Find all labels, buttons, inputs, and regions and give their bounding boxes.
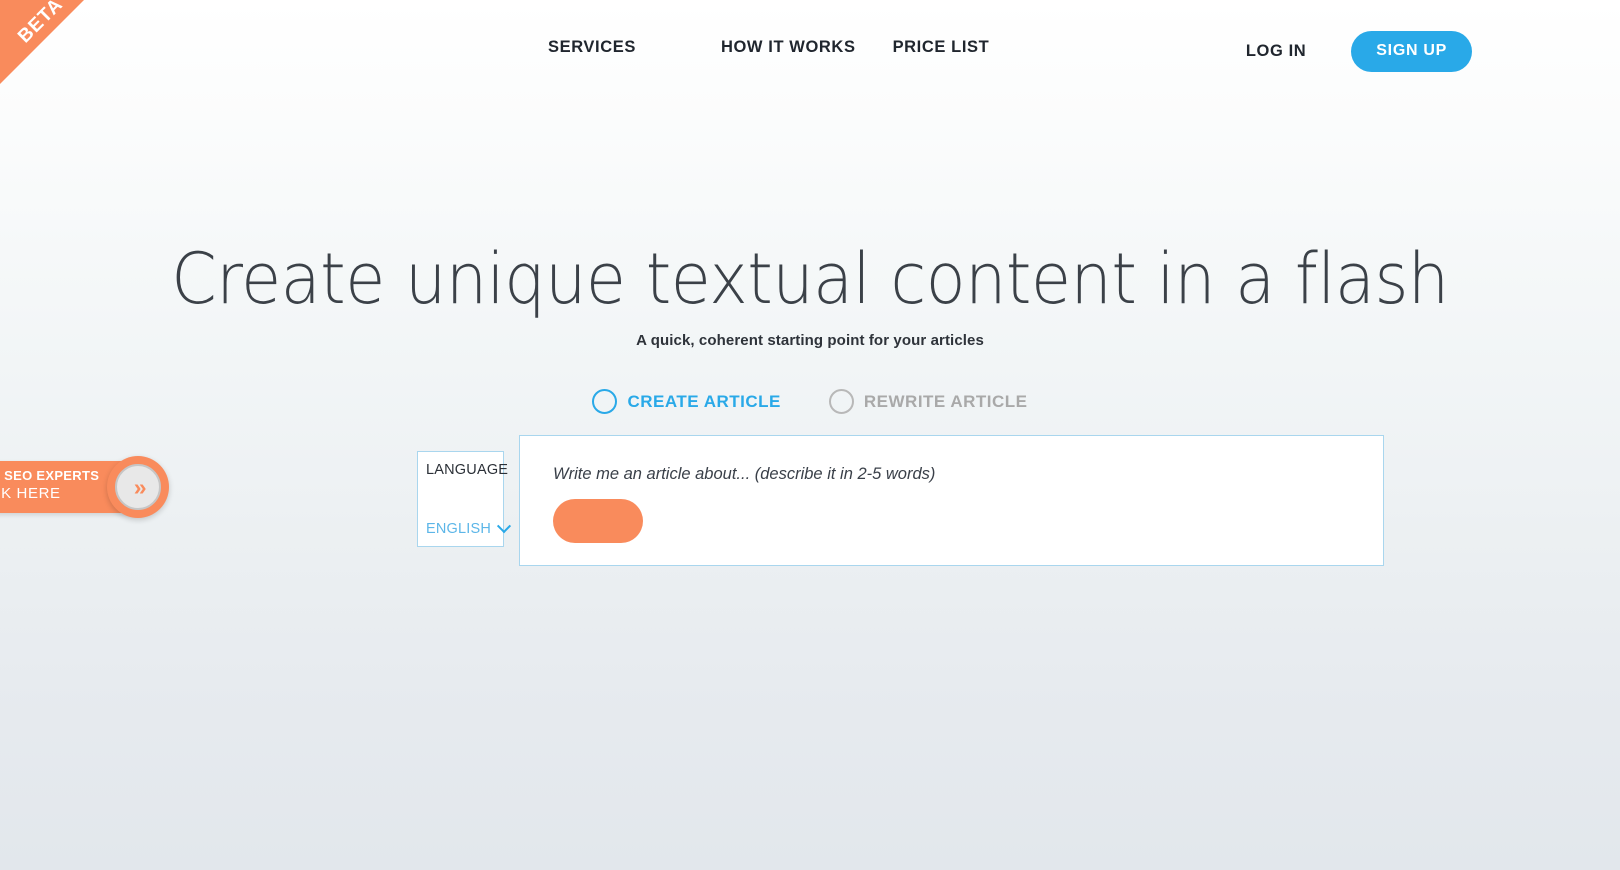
header-actions: LOG IN SIGN UP [1246, 31, 1472, 72]
site-header: SERVICES HOW IT WORKS PRICE LIST LOG IN … [0, 0, 1620, 101]
chevrons-right-icon: » [133, 473, 147, 500]
radio-selected-icon[interactable] [592, 389, 618, 414]
signup-button[interactable]: SIGN UP [1351, 31, 1472, 72]
article-form: LANGUAGE ENGLISH [0, 435, 1620, 651]
side-promo-cta: CLICK HERE [0, 485, 61, 503]
language-value-row[interactable]: ENGLISH [426, 519, 512, 537]
hero-section: Create unique textual content in a flash… [0, 244, 1620, 349]
mode-label-rewrite-article: REWRITE ARTICLE [863, 391, 1028, 411]
nav-link-how-it-works[interactable]: HOW IT WORKS [721, 38, 856, 57]
side-promo-badge[interactable]: » [107, 456, 170, 518]
nav-link-price-list[interactable]: PRICE LIST [893, 38, 990, 57]
page-subtitle: A quick, coherent starting point for you… [636, 332, 984, 349]
language-label: LANGUAGE [426, 462, 509, 478]
nav-link-services[interactable]: SERVICES [548, 38, 636, 57]
beta-ribbon [0, 0, 84, 84]
side-promo-headline: GENCIES & SEO EXPERTS [0, 468, 100, 484]
mode-option-create-article[interactable]: CREATE ARTICLE [592, 389, 780, 414]
mode-label-create-article: CREATE ARTICLE [627, 391, 781, 411]
login-link[interactable]: LOG IN [1246, 42, 1306, 61]
language-selected-value: ENGLISH [426, 521, 492, 537]
language-selector[interactable]: LANGUAGE ENGLISH [417, 451, 512, 547]
side-promo-tab[interactable]: GENCIES & SEO EXPERTS CLICK HERE » [0, 456, 170, 518]
page-title: Create unique textual content in a flash [171, 238, 1449, 320]
generate-button[interactable] [553, 499, 643, 543]
article-mode-radio-group: CREATE ARTICLE REWRITE ARTICLE [0, 389, 1620, 414]
mode-option-rewrite-article[interactable]: REWRITE ARTICLE [828, 389, 1028, 414]
prompt-card [519, 435, 1384, 566]
chevron-down-icon[interactable] [496, 519, 512, 534]
radio-unselected-icon[interactable] [828, 389, 854, 414]
prompt-input[interactable] [553, 465, 1333, 484]
side-promo-badge-inner: » [115, 464, 162, 510]
primary-navigation: SERVICES HOW IT WORKS PRICE LIST [548, 38, 989, 57]
